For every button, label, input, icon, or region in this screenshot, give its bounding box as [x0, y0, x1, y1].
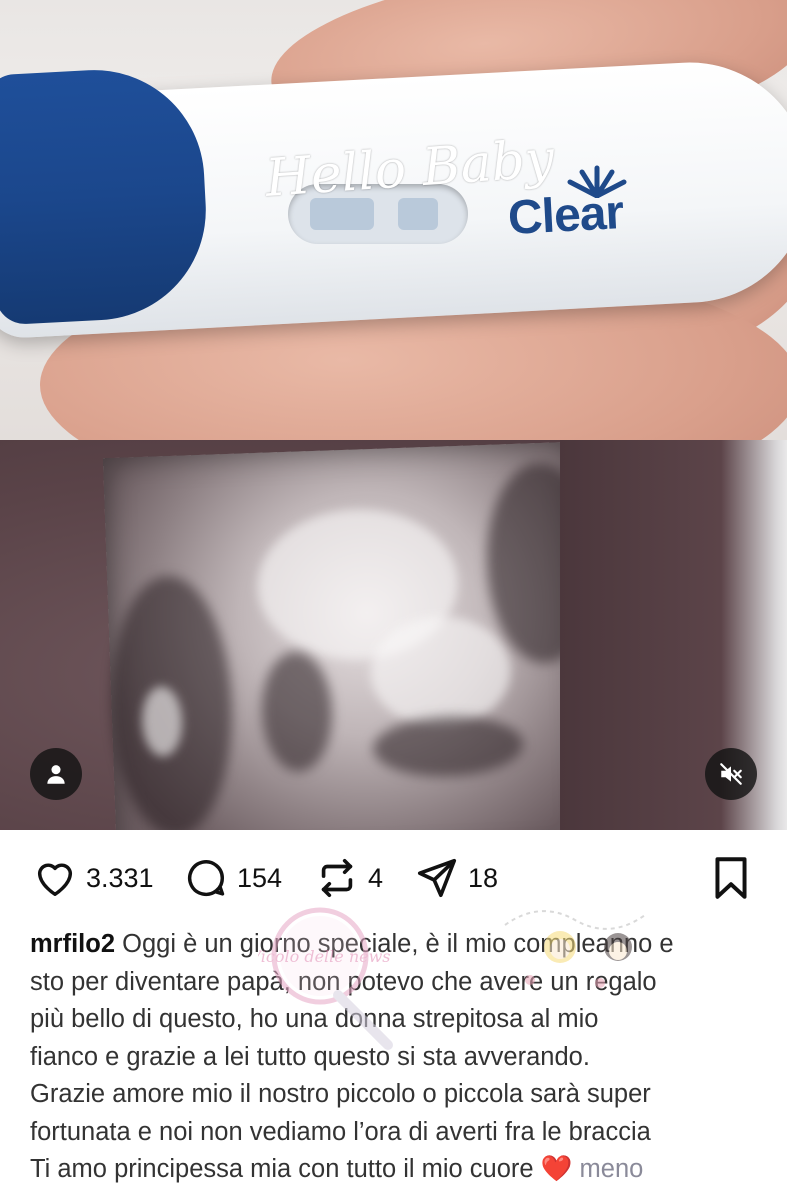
mute-button[interactable] [705, 748, 757, 800]
less-link[interactable]: meno [580, 1155, 644, 1183]
caption-line-5: Grazie amore mio il nostro piccolo o pic… [30, 1080, 651, 1108]
comment-bubble-icon[interactable] [183, 855, 229, 901]
red-heart-emoji: ❤️ [540, 1155, 573, 1183]
caption-line-7: Ti amo principessa mia con tutto il mio … [30, 1155, 534, 1183]
heart-icon[interactable] [32, 855, 78, 901]
watermark-logo: Vicolo delle news [258, 907, 393, 1050]
watermark-cartoon [504, 910, 646, 988]
comment-count: 154 [237, 862, 283, 893]
like-count: 3.331 [86, 862, 154, 893]
user-tag-button[interactable] [30, 748, 82, 800]
ultrasound-scan [102, 441, 601, 830]
clearblue-logo-text: Clear [506, 186, 625, 245]
caption-username[interactable]: mrfilo2 [30, 930, 115, 958]
post-media[interactable]: Hello Baby Clear [0, 0, 787, 830]
repost-icon[interactable] [314, 855, 360, 901]
bookmark-icon[interactable] [706, 853, 756, 903]
caption-line-6: fortunata e noi non vediamo l’ora di ave… [30, 1117, 651, 1146]
share-action[interactable]: 18 [414, 855, 498, 901]
person-icon [47, 765, 65, 784]
pregnancy-test-photo: Hello Baby Clear [0, 0, 787, 440]
share-count: 18 [468, 862, 499, 893]
repost-action[interactable]: 4 [314, 855, 383, 901]
repost-count: 4 [368, 862, 384, 893]
watermark-text: Vicolo delle news [258, 947, 391, 966]
like-action[interactable]: 3.331 [32, 855, 154, 901]
ultrasound-photo [0, 440, 787, 830]
send-icon[interactable] [414, 855, 460, 901]
comment-action[interactable]: 154 [183, 855, 282, 901]
speaker-muted-icon [720, 763, 742, 785]
